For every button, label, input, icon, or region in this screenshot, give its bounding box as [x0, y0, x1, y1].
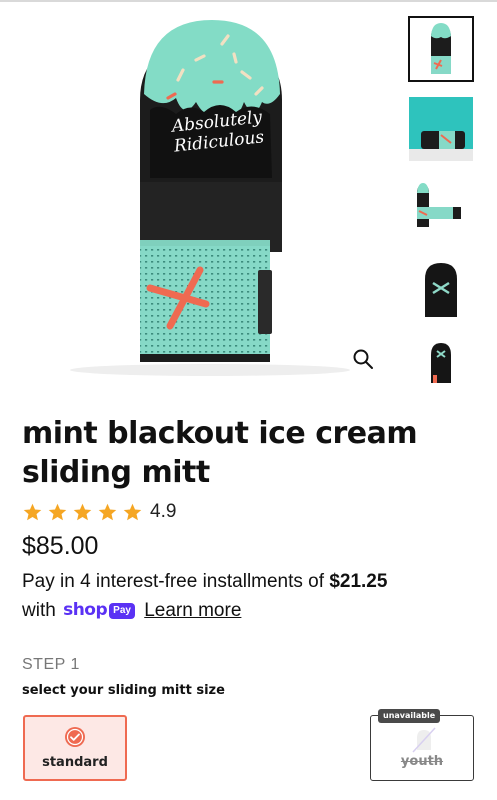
learn-more-link[interactable]: Learn more [144, 600, 241, 621]
installments-line-2: with shop Pay Learn more [22, 596, 482, 625]
rating-value: 4.9 [150, 501, 177, 522]
product-rating[interactable]: 4.9 [22, 499, 176, 525]
star-icon [123, 503, 142, 520]
installment-amount: $21.25 [329, 571, 388, 592]
shop-pay-pill: Pay [109, 602, 135, 619]
thumbnail-gallery [408, 16, 474, 398]
installments-message: Pay in 4 interest-free installments of $… [22, 567, 482, 625]
thumbnail-mitt-back-image [409, 337, 473, 383]
size-option-standard[interactable]: standard [23, 715, 127, 781]
unavailable-mitt-icon [412, 727, 436, 753]
thumbnail-5[interactable] [408, 336, 474, 384]
thumbnail-mitt-side-image [409, 177, 473, 241]
star-icon [23, 503, 42, 520]
step-label: STEP 1 [22, 656, 80, 673]
thumbnail-3[interactable] [408, 176, 474, 242]
size-option-label: youth [400, 754, 444, 769]
size-select-label: select your sliding mitt size [22, 683, 225, 698]
zoom-magnifier-icon[interactable] [352, 348, 374, 370]
check-circle-icon [65, 727, 85, 747]
product-main-image[interactable]: Absolutely Ridiculous [0, 2, 400, 394]
product-title: mint blackout ice cream sliding mitt [22, 416, 418, 490]
size-option-youth[interactable]: unavailable youth [370, 709, 474, 781]
installments-line-1: Pay in 4 interest-free installments of $… [22, 567, 482, 596]
product-price: $85.00 [22, 532, 99, 560]
unavailable-badge: unavailable [378, 709, 441, 723]
shop-pay-logo: shop Pay [63, 596, 135, 625]
installments-with: with [22, 600, 56, 621]
thumbnail-4[interactable] [408, 256, 474, 322]
thumbnail-mitt-front-image [410, 18, 472, 80]
star-icon [98, 503, 117, 520]
star-icon [73, 503, 92, 520]
star-icon [48, 503, 67, 520]
size-option-label: standard [42, 755, 108, 770]
sliding-mitt-illustration [70, 20, 350, 376]
thumbnail-mitt-lifestyle-image [409, 97, 473, 161]
installments-text: Pay in 4 interest-free installments of [22, 571, 330, 592]
shop-pay-wordmark: shop [63, 600, 108, 621]
thumbnail-2[interactable] [408, 96, 474, 162]
thumbnail-1[interactable] [408, 16, 474, 82]
thumbnail-mitt-palm-image [409, 257, 473, 321]
